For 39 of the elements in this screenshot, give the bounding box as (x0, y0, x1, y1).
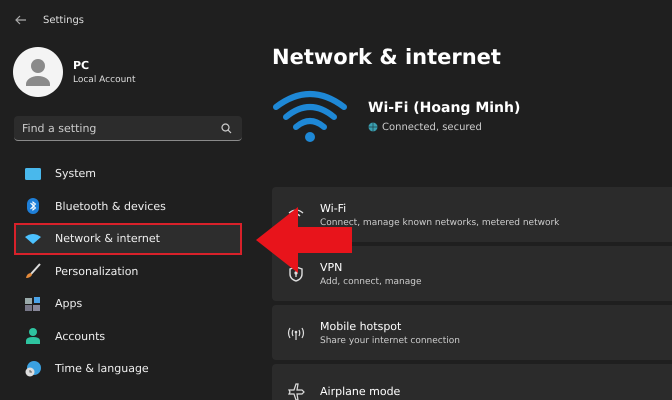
antenna-icon (287, 326, 305, 340)
card-title: Airplane mode (320, 385, 400, 398)
settings-card[interactable]: Airplane mode (272, 364, 672, 400)
card-title: Wi-Fi (320, 202, 348, 214)
account-type: Local Account (73, 75, 136, 85)
settings-card[interactable]: VPN Add, connect, manage (272, 246, 672, 301)
brush-icon (25, 263, 41, 280)
card-subtitle: Connect, manage known networks, metered network (320, 218, 560, 228)
wifi-icon (25, 234, 41, 244)
sidebar-item[interactable]: Personalization (14, 256, 242, 287)
avatar-icon (13, 47, 63, 97)
globe-icon (368, 122, 378, 132)
bluetooth-icon (25, 198, 41, 214)
airplane-icon (287, 382, 305, 400)
card-subtitle: Add, connect, manage (320, 276, 422, 286)
card-title: VPN (320, 260, 344, 274)
globe-clock-icon (25, 360, 41, 377)
page-title: Network & internet (272, 45, 502, 69)
window-title: Settings (43, 14, 84, 26)
wifi-icon (272, 89, 348, 143)
apps-icon (25, 296, 41, 312)
connection-status: Connected, secured (382, 122, 482, 132)
sidebar-item[interactable]: Bluetooth & devices (14, 190, 242, 222)
monitor-icon (25, 168, 41, 180)
search-icon (221, 123, 232, 134)
sidebar-item[interactable]: Network & internet (14, 223, 242, 254)
back-arrow-icon[interactable] (15, 15, 27, 25)
sidebar-item[interactable]: Time & language (14, 353, 242, 384)
sidebar-item[interactable]: Apps (14, 288, 242, 320)
network-name: Wi-Fi (Hoang Minh) (368, 100, 520, 116)
settings-card[interactable]: Wi-Fi Connect, manage known networks, metered network (272, 187, 672, 242)
sidebar-item[interactable]: System (14, 158, 242, 190)
search-field[interactable]: Find a setting (14, 116, 242, 141)
card-title: Mobile hotspot (320, 320, 402, 332)
sidebar-item[interactable]: Accounts (14, 320, 242, 352)
account-name: PC (73, 59, 90, 72)
card-subtitle: Share your internet connection (320, 336, 460, 346)
person-icon (25, 328, 41, 344)
settings-card[interactable]: Mobile hotspot Share your internet connection (272, 305, 672, 360)
